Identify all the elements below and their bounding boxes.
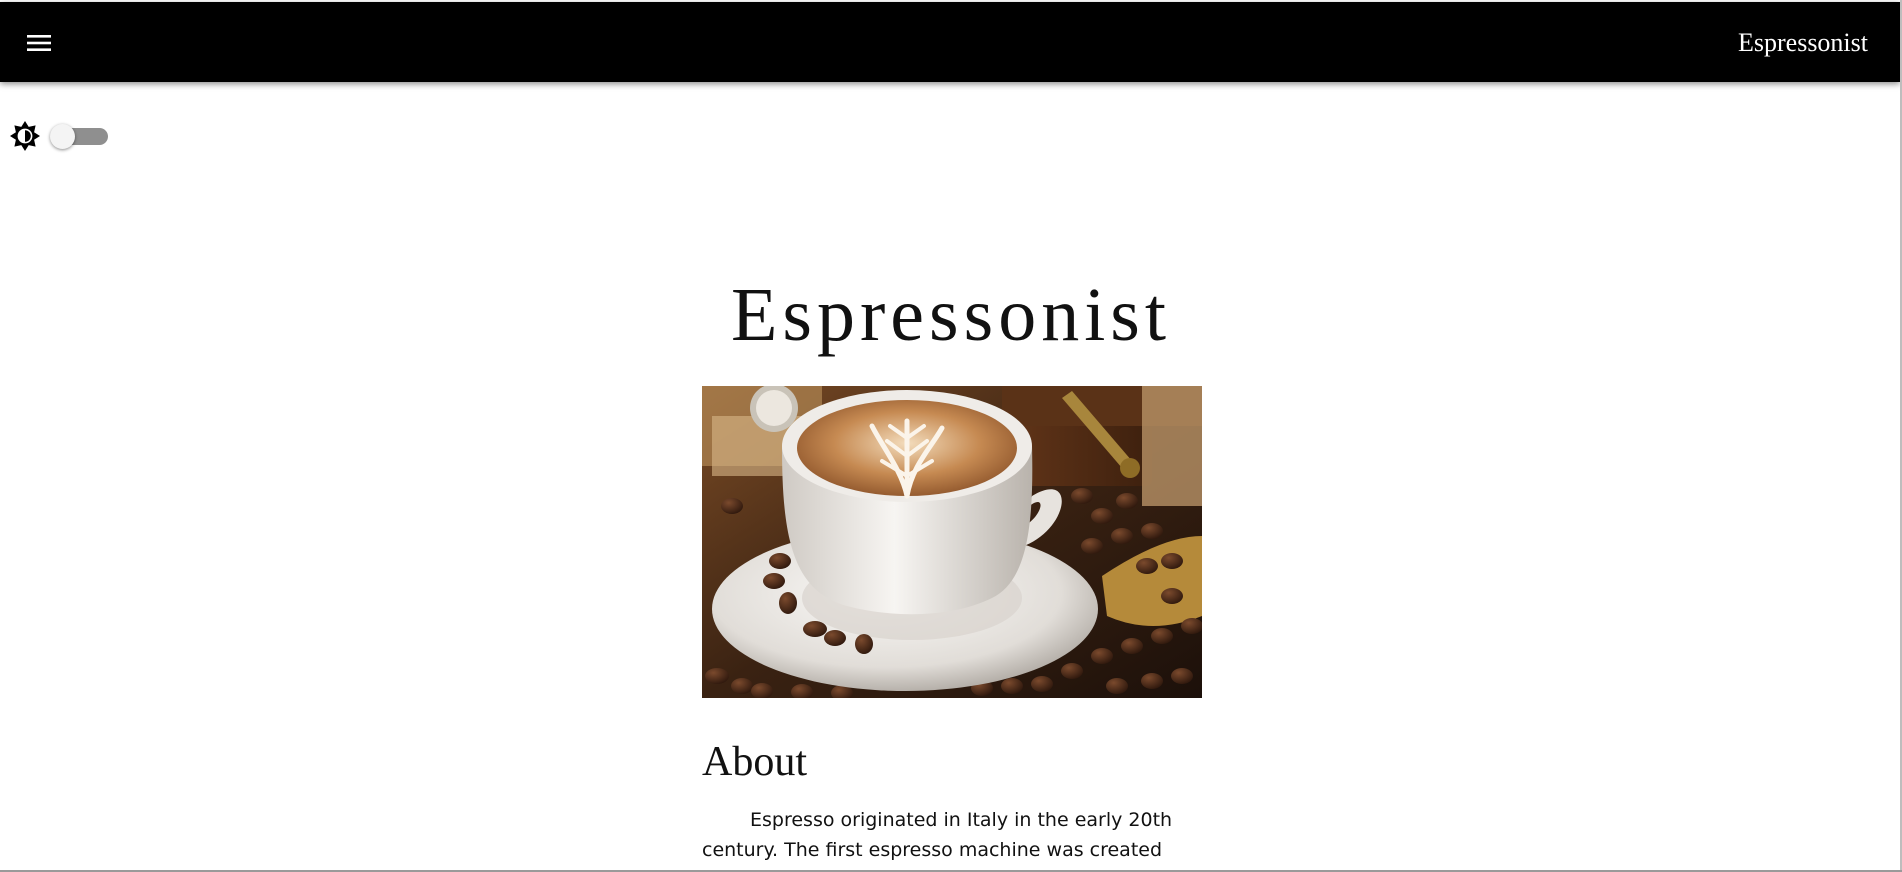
about-heading: About — [702, 739, 807, 785]
brand-title[interactable]: Espressonist — [1738, 26, 1868, 60]
coffee-cup-image — [702, 386, 1202, 698]
brightness-icon — [10, 121, 40, 151]
hamburger-menu-icon[interactable] — [24, 31, 54, 55]
switch-knob[interactable] — [50, 124, 75, 149]
hero-title: Espressonist — [731, 273, 1171, 357]
about-paragraph: Espresso originated in Italy in the earl… — [702, 809, 1173, 872]
dark-mode-switch[interactable] — [50, 124, 110, 149]
top-app-bar: Espressonist — [0, 2, 1900, 82]
